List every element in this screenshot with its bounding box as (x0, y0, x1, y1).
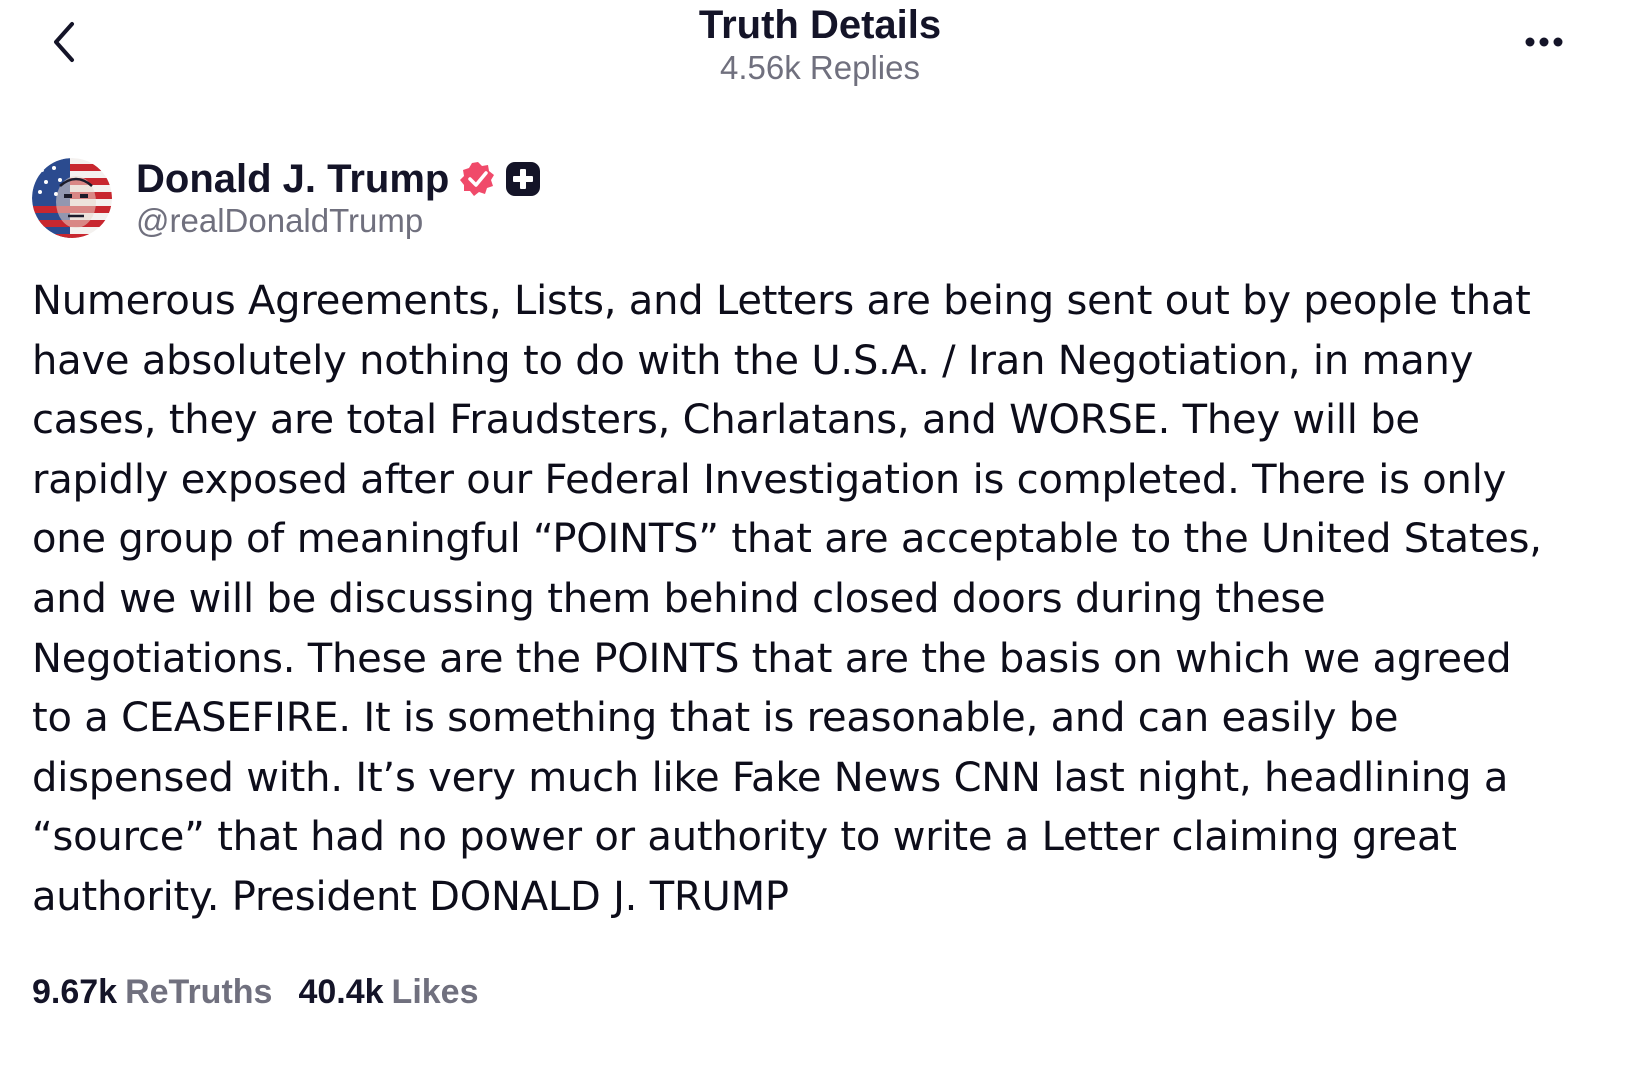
likes-count: 40.4k (298, 973, 384, 1011)
top-bar: Truth Details 4.56k Replies (0, 0, 1640, 95)
post-stats: 9.67k ReTruths 40.4k Likes (32, 970, 505, 1014)
likes-stat[interactable]: 40.4k Likes (298, 970, 478, 1014)
retruths-stat[interactable]: 9.67k ReTruths (32, 970, 272, 1014)
chevron-left-icon (54, 22, 74, 62)
retruths-count: 9.67k (32, 973, 118, 1011)
replies-count[interactable]: 4.56k Replies (520, 48, 1120, 88)
author-handle[interactable]: @realDonaldTrump (136, 201, 423, 241)
header-title-block: Truth Details 4.56k Replies (520, 0, 1120, 88)
plus-badge-icon (505, 161, 541, 197)
back-button[interactable] (42, 18, 86, 66)
author-name[interactable]: Donald J. Trump (136, 155, 449, 203)
avatar-image (32, 158, 112, 238)
more-horizontal-icon (1525, 37, 1563, 47)
author-block: Donald J. Trump @realDonaldTrump (32, 155, 732, 245)
page-title: Truth Details (698, 3, 942, 47)
verified-icon (459, 160, 497, 198)
avatar[interactable] (32, 158, 112, 238)
likes-label: Likes (391, 973, 479, 1011)
post-text: Numerous Agreements, Lists, and Letters … (32, 278, 1542, 920)
retruths-label: ReTruths (125, 973, 273, 1011)
author-name-row: Donald J. Trump (136, 155, 541, 203)
more-options-button[interactable] (1520, 30, 1568, 54)
